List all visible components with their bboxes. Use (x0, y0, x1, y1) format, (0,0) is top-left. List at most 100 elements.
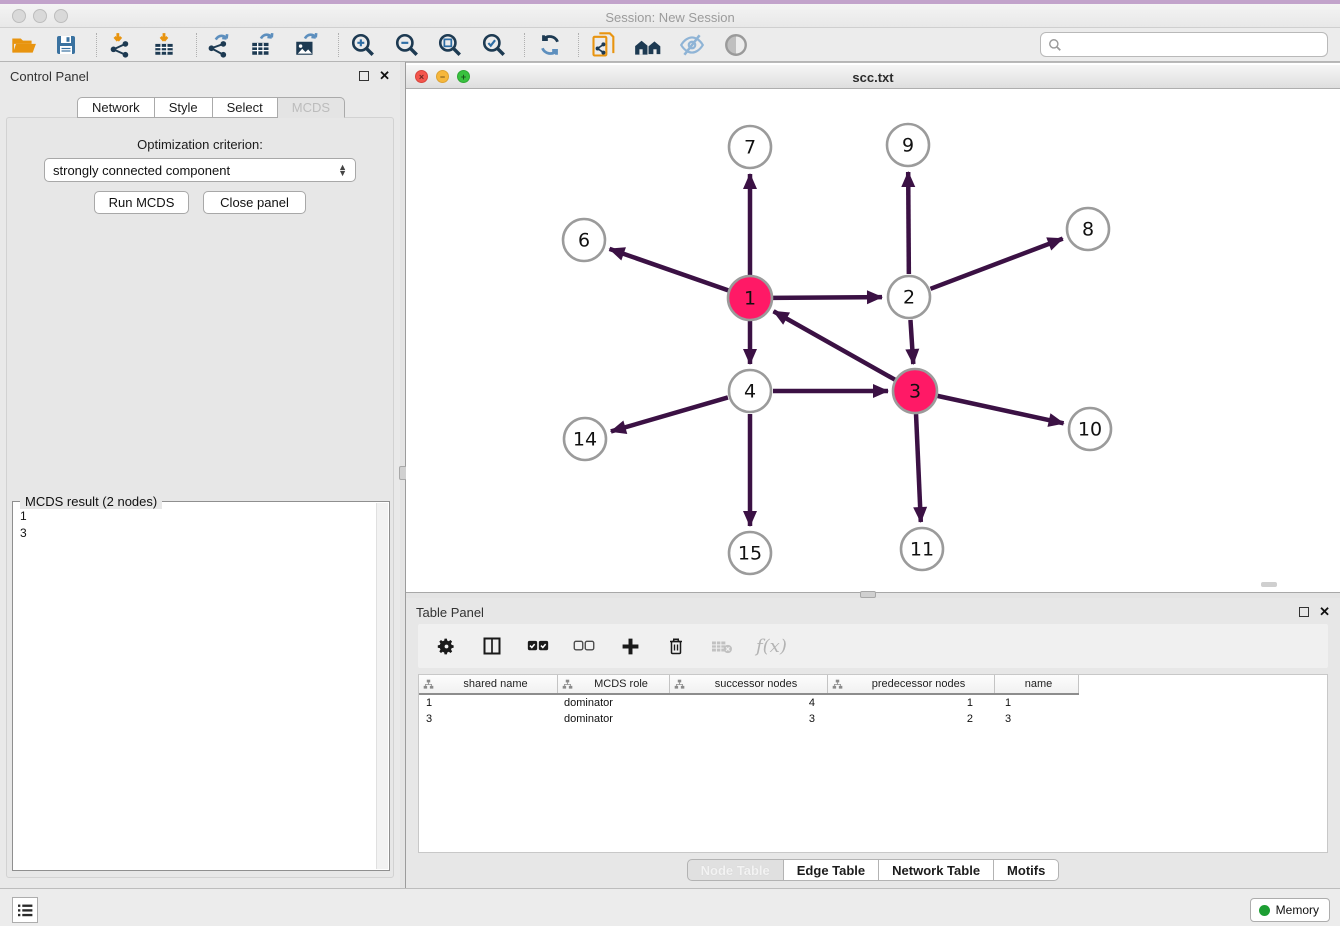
column-header-predecessor-nodes[interactable]: predecessor nodes (828, 675, 995, 693)
optimization-criterion-value: strongly connected component (53, 163, 230, 178)
tab-network-table[interactable]: Network Table (879, 859, 994, 881)
column-header-mcds-role[interactable]: MCDS role (558, 675, 670, 693)
tab-node-table[interactable]: Node Table (687, 859, 784, 881)
import-table-button[interactable] (148, 30, 180, 60)
run-mcds-button[interactable]: Run MCDS (94, 191, 189, 214)
node-label-9: 9 (902, 135, 914, 157)
tab-style[interactable]: Style (155, 97, 213, 118)
table-header-row: shared name MCDS role successor nodes pr… (419, 675, 1079, 695)
table-settings-button[interactable] (434, 634, 458, 658)
tree-icon (562, 679, 573, 690)
checked-boxes-icon (527, 639, 549, 653)
network-window-title: scc.txt (406, 70, 1340, 85)
export-table-icon (249, 32, 275, 58)
list-icon (17, 903, 33, 917)
tab-mcds[interactable]: MCDS (278, 97, 345, 118)
network-canvas-svg[interactable]: 7968124314101511 (406, 89, 1340, 593)
edge-3-11[interactable] (916, 414, 921, 522)
tab-select[interactable]: Select (213, 97, 278, 118)
titlebar: Session: New Session (0, 4, 1340, 28)
edge-2-8[interactable] (931, 239, 1063, 289)
duplicate-network-button[interactable] (588, 30, 620, 60)
close-panel-button[interactable]: Close panel (203, 191, 306, 214)
search-icon (1048, 38, 1062, 52)
save-icon (54, 33, 78, 57)
delete-column-button[interactable] (664, 634, 688, 658)
network-view-window: × − + scc.txt 7968124314101511 (406, 62, 1340, 592)
edge-2-9[interactable] (908, 172, 909, 274)
zoom-in-button[interactable] (347, 30, 379, 60)
edge-1-6[interactable] (609, 249, 728, 291)
column-header-shared-name[interactable]: shared name (419, 675, 558, 693)
tab-edge-table[interactable]: Edge Table (784, 859, 879, 881)
columns-icon (482, 636, 502, 656)
toolbar-separator (338, 33, 339, 57)
export-image-icon (293, 32, 319, 58)
horizontal-splitter-grip[interactable] (860, 591, 876, 598)
export-network-button[interactable] (203, 30, 235, 60)
column-header-successor-nodes[interactable]: successor nodes (670, 675, 828, 693)
tree-icon (832, 679, 843, 690)
edge-3-1[interactable] (774, 311, 895, 379)
trash-icon (667, 636, 685, 656)
search-field[interactable] (1040, 32, 1328, 57)
tab-network[interactable]: Network (77, 97, 155, 118)
optimization-criterion-select[interactable]: strongly connected component ▲▼ (44, 158, 356, 182)
node-label-4: 4 (744, 381, 756, 403)
float-panel-icon[interactable] (359, 71, 369, 81)
select-all-button[interactable] (526, 634, 550, 658)
table-row[interactable]: 3 dominator 3 2 3 (419, 711, 1079, 727)
edge-3-10[interactable] (937, 396, 1063, 423)
control-panel-title: Control Panel (10, 69, 89, 84)
close-panel-icon[interactable]: ✕ (1319, 604, 1330, 620)
hide-selected-button[interactable] (676, 30, 708, 60)
export-network-icon (206, 32, 232, 58)
zoom-selected-button[interactable] (478, 30, 510, 60)
column-header-name[interactable]: name (995, 675, 1079, 693)
apply-layout-button[interactable] (534, 30, 566, 60)
plus-icon (621, 637, 640, 656)
duplicate-network-icon (590, 31, 618, 59)
edge-4-14[interactable] (611, 397, 728, 431)
chevron-updown-icon: ▲▼ (338, 164, 347, 176)
memory-button[interactable]: Memory (1250, 898, 1330, 922)
open-session-button[interactable] (8, 30, 40, 60)
canvas-resize-grip[interactable] (1261, 582, 1277, 587)
export-image-button[interactable] (290, 30, 322, 60)
open-folder-icon (11, 32, 37, 58)
table-row[interactable]: 1 dominator 4 1 1 (419, 695, 1079, 711)
show-all-button[interactable] (720, 30, 752, 60)
float-panel-icon[interactable] (1299, 607, 1309, 617)
node-label-10: 10 (1078, 419, 1102, 441)
save-session-button[interactable] (50, 30, 82, 60)
zoom-selected-icon (481, 32, 507, 58)
first-neighbors-button[interactable] (632, 30, 664, 60)
edge-1-2[interactable] (773, 297, 882, 298)
task-history-button[interactable] (12, 897, 38, 923)
node-label-8: 8 (1082, 219, 1094, 241)
node-label-1: 1 (744, 288, 756, 310)
close-panel-icon[interactable]: ✕ (379, 68, 390, 84)
mcds-result-title: MCDS result (2 nodes) (20, 494, 162, 509)
memory-label: Memory (1276, 903, 1319, 917)
node-table-grid: shared name MCDS role successor nodes pr… (418, 674, 1328, 853)
gear-icon (437, 637, 456, 656)
show-columns-button[interactable] (480, 634, 504, 658)
tab-motifs[interactable]: Motifs (994, 859, 1059, 881)
function-builder-button[interactable]: f(x) (756, 636, 787, 657)
tree-icon (423, 679, 434, 690)
zoom-out-button[interactable] (391, 30, 423, 60)
edge-2-3[interactable] (910, 320, 913, 364)
result-scrollbar[interactable] (376, 503, 388, 869)
control-panel-header: Control Panel ✕ (0, 62, 400, 90)
add-column-button[interactable] (618, 634, 642, 658)
main-toolbar (0, 28, 1340, 62)
node-label-3: 3 (909, 381, 921, 403)
deselect-all-button[interactable] (572, 634, 596, 658)
zoom-fit-button[interactable] (434, 30, 466, 60)
export-table-button[interactable] (246, 30, 278, 60)
import-network-button[interactable] (104, 30, 136, 60)
node-label-15: 15 (738, 543, 762, 565)
delete-table-button[interactable] (710, 634, 734, 658)
zoom-fit-icon (437, 32, 463, 58)
